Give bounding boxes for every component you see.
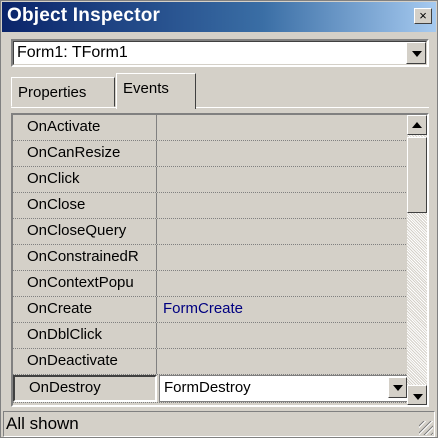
event-handler-value[interactable] (159, 219, 410, 244)
chevron-down-icon (412, 51, 422, 57)
object-selector-value: Form1: TForm1 (17, 44, 128, 61)
event-row[interactable]: OnClose (13, 193, 410, 219)
object-inspector-window: Object Inspector × Form1: TForm1 Propert… (0, 0, 438, 438)
event-handler-value[interactable] (159, 193, 410, 218)
resize-grip-icon[interactable] (419, 421, 433, 435)
event-name[interactable]: OnDblClick (13, 323, 157, 348)
object-selector-dropdown-button[interactable] (406, 42, 426, 64)
event-row[interactable]: OnCanResize (13, 141, 410, 167)
event-handler-value[interactable] (159, 245, 410, 270)
event-handler-value[interactable] (159, 271, 410, 296)
object-selector-combobox[interactable]: Form1: TForm1 (11, 39, 429, 67)
arrow-up-icon (412, 122, 422, 128)
event-name[interactable]: OnActivate (13, 115, 157, 140)
tab-panel-divider (11, 107, 429, 108)
event-row[interactable]: OnDblClick (13, 323, 410, 349)
event-row[interactable]: OnDeactivate (13, 349, 410, 375)
events-grid[interactable]: OnActivate OnCanResize OnClick OnClose OnClo… (13, 115, 410, 405)
event-row[interactable]: OnContextPopu (13, 271, 410, 297)
event-handler-value[interactable] (159, 141, 410, 166)
event-name[interactable]: OnClose (13, 193, 157, 218)
event-row[interactable]: OnActivate (13, 115, 410, 141)
event-name[interactable]: OnDestroy (13, 375, 157, 402)
status-bar: All shown (3, 411, 435, 437)
event-row[interactable]: OnCreate FormCreate (13, 297, 410, 323)
event-handler-input[interactable]: FormDestroy (159, 375, 410, 402)
tab-properties[interactable]: Properties (11, 77, 115, 107)
scroll-thumb[interactable] (407, 137, 427, 213)
event-name[interactable]: OnContextPopu (13, 271, 157, 296)
scroll-up-button[interactable] (407, 115, 427, 135)
event-name[interactable]: OnCreate (13, 297, 157, 322)
scroll-down-button[interactable] (407, 385, 427, 405)
event-handler-value[interactable] (159, 349, 410, 374)
arrow-down-icon (413, 394, 423, 400)
event-row[interactable]: OnConstrainedR (13, 245, 410, 271)
event-handler-value[interactable] (159, 115, 410, 140)
event-handler-value[interactable]: FormCreate (159, 297, 410, 322)
event-name[interactable]: OnConstrainedR (13, 245, 157, 270)
events-grid-frame: OnActivate OnCanResize OnClick OnClose OnClo… (11, 113, 429, 407)
window-title: Object Inspector (7, 5, 161, 26)
vertical-scrollbar[interactable] (407, 115, 427, 405)
close-button[interactable]: × (414, 8, 432, 24)
event-handler-value[interactable] (159, 323, 410, 348)
event-handler-value[interactable] (159, 167, 410, 192)
tab-events[interactable]: Events (116, 73, 196, 109)
event-row[interactable]: OnDestroy FormDestroy (13, 375, 410, 403)
event-name[interactable]: OnCloseQuery (13, 219, 157, 244)
title-bar[interactable]: Object Inspector × (2, 2, 436, 32)
event-row[interactable]: OnCloseQuery (13, 219, 410, 245)
status-panel: All shown (3, 411, 435, 437)
handler-dropdown-button[interactable] (388, 377, 407, 398)
status-text: All shown (6, 414, 79, 433)
event-name[interactable]: OnDeactivate (13, 349, 157, 374)
event-row[interactable]: OnClick (13, 167, 410, 193)
chevron-down-icon (393, 385, 403, 391)
event-name[interactable]: OnCanResize (13, 141, 157, 166)
event-name[interactable]: OnClick (13, 167, 157, 192)
